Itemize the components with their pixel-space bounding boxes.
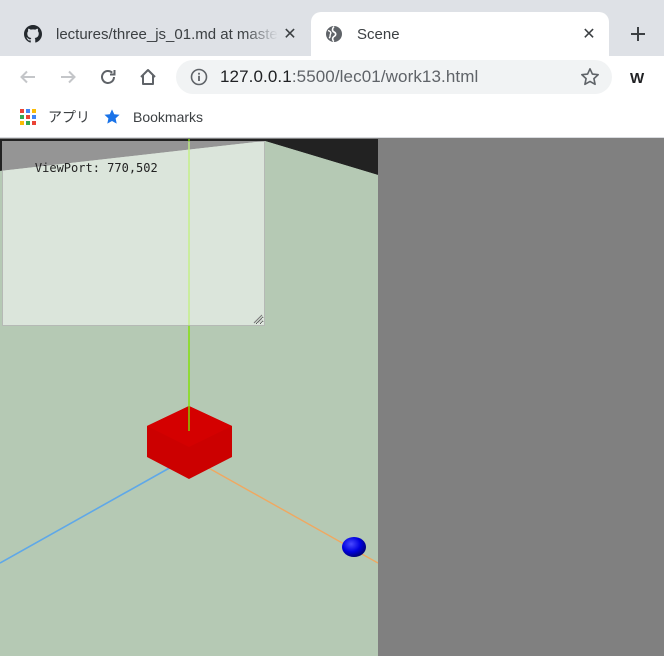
tab-title: Scene bbox=[357, 25, 400, 43]
arrow-right-icon[interactable] bbox=[52, 61, 84, 93]
info-icon[interactable] bbox=[190, 68, 208, 86]
url-text[interactable]: 127.0.0.1:5500/lec01/work13.html bbox=[220, 67, 478, 87]
viewport-text: ViewPort: 770,502 bbox=[34, 161, 158, 175]
bookmarks-bar: アプリ Bookmarks bbox=[0, 98, 664, 138]
plus-icon[interactable] bbox=[624, 20, 652, 48]
extension-w-icon[interactable]: W bbox=[630, 70, 644, 87]
github-icon bbox=[24, 25, 42, 43]
reload-icon[interactable] bbox=[92, 61, 124, 93]
blue-sphere bbox=[342, 537, 366, 557]
tab-scene[interactable]: Scene ✕ bbox=[311, 12, 609, 56]
viewport-info-textarea[interactable]: ViewPort: 770,502 bbox=[2, 141, 265, 326]
page-content: ViewPort: 770,502 bbox=[0, 139, 664, 656]
bookmark-bookmarks[interactable]: Bookmarks bbox=[103, 98, 203, 136]
close-tab-icon[interactable]: ✕ bbox=[577, 22, 601, 46]
tab-github-lectures[interactable]: lectures/three_js_01.md at master ✕ bbox=[8, 12, 310, 56]
star-filled-icon bbox=[103, 108, 121, 126]
address-bar[interactable]: 127.0.0.1:5500/lec01/work13.html bbox=[176, 60, 612, 94]
toolbar: 127.0.0.1:5500/lec01/work13.html W bbox=[0, 56, 664, 98]
resize-grip-icon[interactable] bbox=[251, 312, 263, 324]
home-icon[interactable] bbox=[132, 61, 164, 93]
arrow-left-icon[interactable] bbox=[12, 61, 44, 93]
star-outline-icon[interactable] bbox=[580, 67, 600, 87]
globe-icon bbox=[325, 25, 343, 43]
close-tab-icon[interactable]: ✕ bbox=[278, 22, 302, 46]
bookmark-label: アプリ bbox=[48, 109, 90, 125]
url-path: :5500/lec01/work13.html bbox=[291, 67, 479, 86]
bookmark-apps[interactable]: アプリ bbox=[20, 98, 90, 136]
url-host: 127.0.0.1 bbox=[220, 67, 292, 86]
apps-grid-icon bbox=[20, 109, 36, 125]
bookmark-label: Bookmarks bbox=[133, 109, 204, 125]
tab-strip: lectures/three_js_01.md at master ✕ Scen… bbox=[0, 0, 664, 56]
tab-title: lectures/three_js_01.md at master bbox=[56, 25, 278, 43]
